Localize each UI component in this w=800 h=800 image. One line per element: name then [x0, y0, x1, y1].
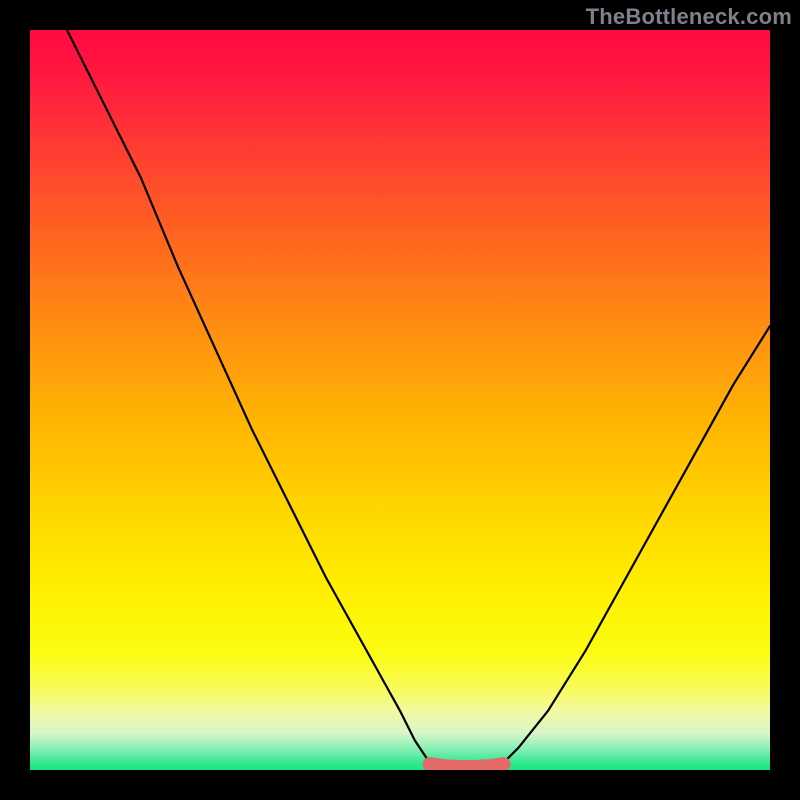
curves-svg: [30, 30, 770, 770]
series-right-curve: [504, 326, 770, 763]
plot-area: [30, 30, 770, 770]
chart-frame: TheBottleneck.com: [0, 0, 800, 800]
series-left-curve: [67, 30, 430, 763]
series-bottom-marker: [430, 764, 504, 767]
watermark-text: TheBottleneck.com: [586, 4, 792, 30]
